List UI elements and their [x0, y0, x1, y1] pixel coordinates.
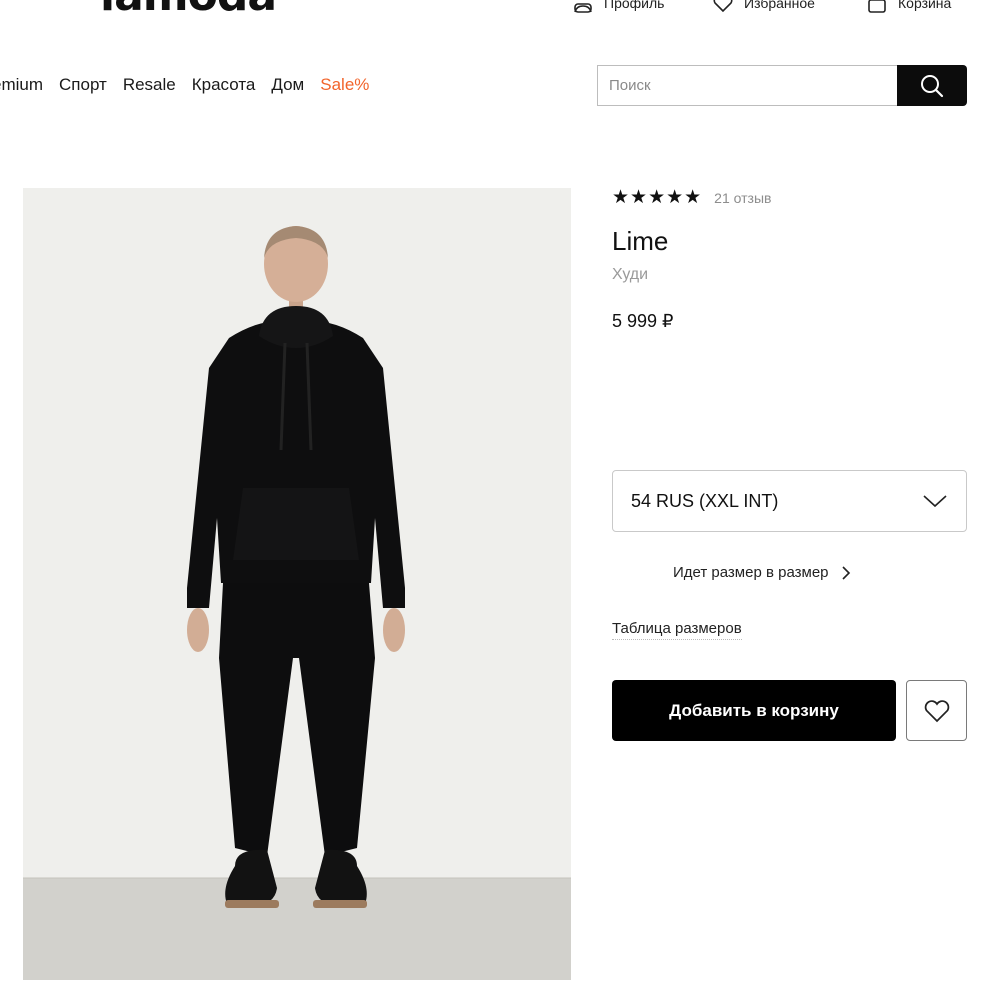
cart-label: Корзина — [898, 0, 952, 11]
search-icon — [921, 74, 944, 97]
category-nav: emium Спорт Resale Красота Дом Sale% — [0, 75, 369, 95]
search-button[interactable] — [897, 65, 967, 106]
search-input[interactable] — [597, 65, 897, 106]
product-brand[interactable]: Lime — [612, 226, 668, 257]
model-illustration — [23, 188, 571, 980]
heart-icon — [924, 699, 949, 722]
rating[interactable]: ★★★★★ 21 отзыв — [612, 186, 771, 209]
add-to-favorites-button[interactable] — [906, 680, 967, 741]
size-table-link[interactable]: Таблица размеров — [612, 620, 742, 640]
cart-icon — [868, 0, 886, 13]
size-dropdown[interactable]: 54 RUS (XXL INT) — [612, 470, 967, 532]
nav-item-resale[interactable]: Resale — [123, 75, 176, 95]
nav-item-sale[interactable]: Sale% — [320, 75, 369, 95]
search-bar — [597, 65, 967, 106]
nav-item-sport[interactable]: Спорт — [59, 75, 107, 95]
product-category: Худи — [612, 266, 649, 283]
rating-stars: ★★★★★ — [612, 187, 703, 208]
fit-info-link[interactable]: Идет размер в размер — [673, 564, 851, 581]
fit-info-label: Идет размер в размер — [673, 564, 829, 581]
add-to-cart-button[interactable]: Добавить в корзину — [612, 680, 896, 741]
profile-label: Профиль — [604, 0, 665, 11]
cart-link[interactable]: Корзина — [866, 0, 951, 14]
favorites-link[interactable]: Избранное — [712, 0, 815, 14]
nav-item-beauty[interactable]: Красота — [192, 75, 256, 95]
profile-icon — [574, 3, 592, 13]
heart-icon — [713, 0, 733, 13]
nav-item-home[interactable]: Дом — [271, 75, 304, 95]
product-price: 5 999 ₽ — [612, 311, 674, 331]
chevron-right-icon — [841, 565, 850, 580]
profile-link[interactable]: Профиль — [572, 0, 664, 14]
product-image[interactable] — [23, 188, 571, 980]
logo[interactable]: lamoda — [100, 0, 276, 14]
chevron-down-icon — [923, 495, 947, 508]
favorites-label: Избранное — [744, 0, 815, 11]
nav-item-premium[interactable]: emium — [0, 75, 43, 95]
size-selected-value: 54 RUS (XXL INT) — [631, 490, 779, 511]
reviews-count[interactable]: 21 отзыв — [714, 190, 771, 206]
